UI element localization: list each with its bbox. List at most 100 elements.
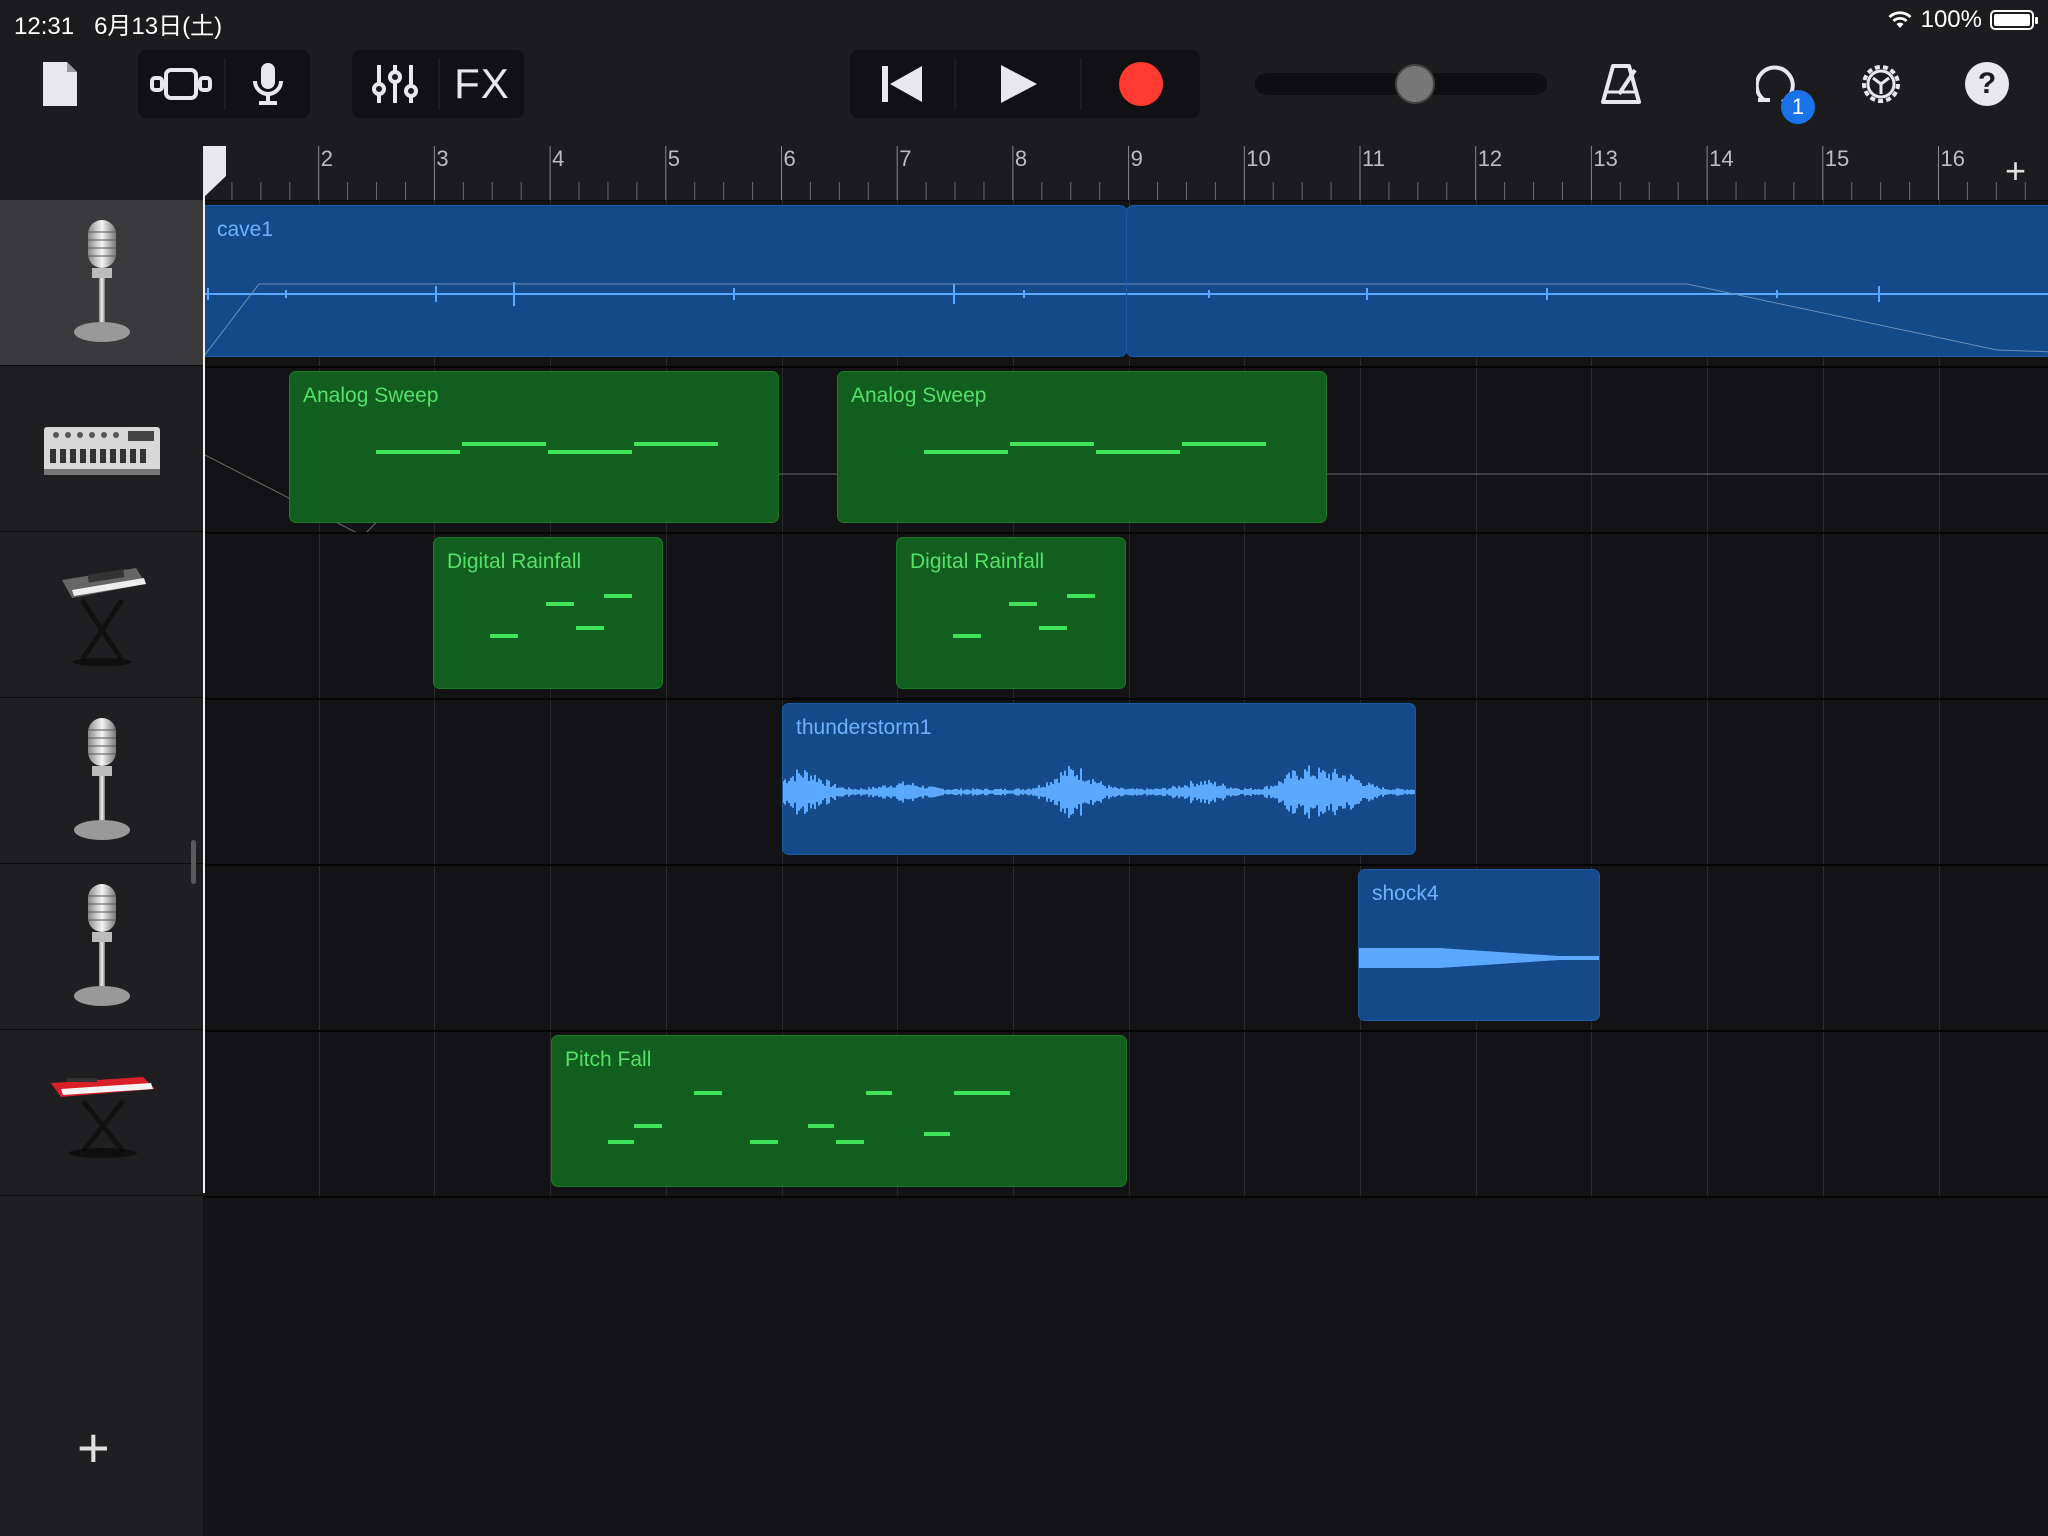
playhead-handle[interactable] bbox=[202, 146, 228, 198]
midi-note bbox=[634, 442, 718, 446]
battery-icon bbox=[1990, 10, 2038, 30]
drum-machine-icon bbox=[43, 426, 160, 475]
volume-slider-knob[interactable] bbox=[1395, 64, 1435, 104]
region-name: Digital Rainfall bbox=[447, 550, 582, 573]
midi-note bbox=[608, 1140, 634, 1144]
help-icon: ? bbox=[1965, 62, 2009, 106]
mix-group: FX bbox=[352, 50, 524, 118]
track-lane-5[interactable] bbox=[203, 864, 2048, 1032]
midi-note bbox=[954, 1091, 982, 1095]
track-view-button[interactable] bbox=[138, 50, 224, 118]
microphone-icon bbox=[73, 219, 130, 342]
metronome-button[interactable] bbox=[1596, 50, 1646, 118]
mixer-icon bbox=[372, 65, 418, 103]
ruler-bar-number: 2 bbox=[320, 146, 333, 171]
ruler-bar-number: 13 bbox=[1593, 146, 1618, 171]
status-right: 100% bbox=[1887, 6, 2038, 34]
midi-region[interactable]: Pitch Fall bbox=[551, 1035, 1127, 1187]
midi-note bbox=[634, 1124, 662, 1128]
ruler-bar-number: 10 bbox=[1246, 146, 1271, 171]
midi-note bbox=[1096, 450, 1180, 454]
microphone-icon bbox=[73, 717, 130, 840]
ruler-bar-number: 15 bbox=[1824, 146, 1850, 171]
microphone-icon bbox=[73, 883, 130, 1006]
midi-note bbox=[1067, 594, 1095, 598]
midi-region[interactable]: Analog Sweep bbox=[837, 371, 1327, 523]
status-time: 12:31 6月13日(土) bbox=[14, 13, 223, 40]
waveform bbox=[1127, 283, 2048, 353]
rewind-button[interactable] bbox=[850, 50, 954, 118]
track-header-3[interactable] bbox=[0, 532, 203, 698]
toolbar: FX 1 ? bbox=[0, 40, 2048, 142]
settings-button[interactable] bbox=[1856, 50, 1906, 118]
ruler-bar-number: 7 bbox=[899, 146, 912, 171]
fx-button[interactable]: FX bbox=[440, 50, 524, 118]
midi-note bbox=[953, 634, 981, 638]
region-name: Analog Sweep bbox=[303, 384, 439, 407]
midi-note bbox=[548, 450, 632, 454]
transport-group bbox=[850, 50, 1200, 118]
waveform bbox=[783, 765, 1415, 819]
ruler-bar-number: 8 bbox=[1014, 146, 1028, 171]
my-songs-button[interactable] bbox=[36, 50, 84, 118]
track-header-5[interactable] bbox=[0, 864, 203, 1030]
region-name: Digital Rainfall bbox=[910, 550, 1045, 573]
midi-note bbox=[866, 1091, 892, 1095]
region-name: Analog Sweep bbox=[851, 384, 987, 407]
fx-label: FX bbox=[454, 60, 510, 107]
ruler-bar-number: 3 bbox=[436, 146, 449, 171]
midi-note bbox=[750, 1140, 778, 1144]
red-keyboard-icon bbox=[50, 1076, 155, 1158]
track-header-6[interactable] bbox=[0, 1030, 203, 1196]
audio-region[interactable] bbox=[1126, 205, 2048, 357]
track-header-2[interactable] bbox=[0, 366, 203, 532]
add-track-button[interactable]: + bbox=[77, 1420, 110, 1476]
audio-region[interactable]: shock4 bbox=[1358, 869, 1600, 1021]
midi-region[interactable]: Digital Rainfall bbox=[433, 537, 663, 689]
midi-region[interactable]: Digital Rainfall bbox=[896, 537, 1126, 689]
midi-note bbox=[982, 1091, 1010, 1095]
midi-note bbox=[1039, 626, 1067, 630]
resize-handle[interactable] bbox=[191, 840, 196, 884]
view-group bbox=[138, 50, 310, 118]
audio-region[interactable]: cave1 bbox=[203, 205, 1127, 357]
track-header-1[interactable] bbox=[0, 200, 203, 366]
midi-region[interactable]: Analog Sweep bbox=[289, 371, 779, 523]
audio-region[interactable]: thunderstorm1 bbox=[782, 703, 1416, 855]
document-icon bbox=[43, 62, 77, 106]
playhead[interactable] bbox=[203, 148, 205, 1193]
ruler-bar-number: 6 bbox=[783, 146, 796, 171]
add-section-button[interactable]: + bbox=[2005, 150, 2026, 192]
mixer-button[interactable] bbox=[352, 50, 438, 118]
synth-keyboard-icon bbox=[61, 567, 146, 666]
rewind-icon bbox=[882, 66, 922, 102]
midi-note bbox=[694, 1091, 722, 1095]
waveform bbox=[1359, 948, 1599, 968]
status-bar: 12:31 6月13日(土) 100% bbox=[0, 0, 2048, 40]
record-icon bbox=[1119, 62, 1163, 106]
record-button[interactable] bbox=[1082, 50, 1200, 118]
ruler-bar-number: 4 bbox=[552, 146, 565, 171]
track-view-icon bbox=[150, 68, 212, 100]
midi-note bbox=[576, 626, 604, 630]
midi-note bbox=[1182, 442, 1266, 446]
metronome-icon bbox=[1601, 64, 1641, 104]
ruler-bar-number: 12 bbox=[1477, 146, 1503, 171]
ruler-corner bbox=[0, 142, 203, 200]
ruler[interactable]: 12345678910111213141516 bbox=[203, 142, 2048, 201]
timeline[interactable]: 12345678910111213141516 cave1 Analog Swe… bbox=[203, 142, 2048, 1536]
microphone-icon bbox=[253, 63, 283, 105]
wifi-icon bbox=[1888, 11, 1912, 28]
ruler-bar-number: 14 bbox=[1709, 146, 1734, 171]
status-date: 6月13日(土) bbox=[94, 13, 223, 40]
midi-note bbox=[376, 450, 460, 454]
track-header-4[interactable] bbox=[0, 698, 203, 864]
play-button[interactable] bbox=[956, 50, 1080, 118]
help-button[interactable]: ? bbox=[1963, 50, 2011, 118]
midi-note bbox=[836, 1140, 864, 1144]
midi-note bbox=[546, 602, 574, 606]
microphone-button[interactable] bbox=[226, 50, 310, 118]
play-icon bbox=[1001, 65, 1037, 103]
midi-note bbox=[808, 1124, 834, 1128]
midi-note bbox=[924, 1132, 950, 1136]
